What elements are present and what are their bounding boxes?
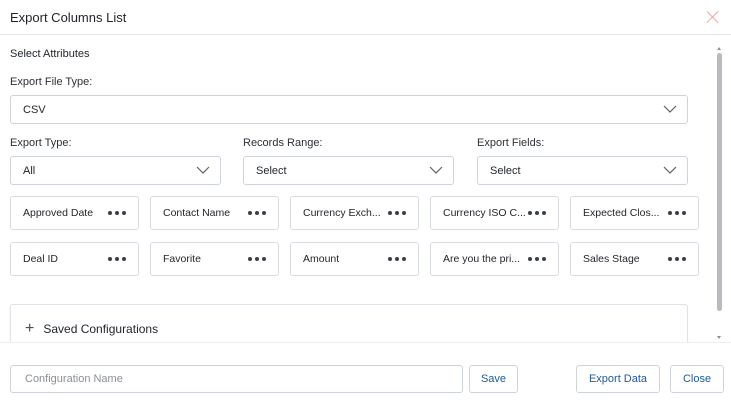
column-chip[interactable]: Are you the pri...	[430, 242, 559, 276]
export-file-type-value: CSV	[23, 103, 46, 116]
more-options-icon[interactable]	[528, 257, 546, 261]
close-icon[interactable]	[706, 10, 720, 24]
export-type-label: Export Type:	[10, 137, 72, 149]
configuration-name-input[interactable]	[10, 365, 463, 393]
save-button[interactable]: Save	[469, 365, 518, 393]
records-range-select[interactable]: Select	[243, 156, 454, 185]
more-options-icon[interactable]	[668, 211, 686, 215]
column-chip-label: Expected Clos...	[583, 207, 660, 219]
export-fields-value: Select	[490, 164, 521, 177]
column-chip-label: Currency Exch...	[303, 207, 381, 219]
dialog-title: Export Columns List	[10, 9, 127, 25]
records-range-label: Records Range:	[243, 137, 323, 149]
chevron-down-icon	[429, 166, 443, 174]
saved-configurations-toggle[interactable]: + Saved Configurations	[10, 304, 688, 342]
column-chip[interactable]: Deal ID	[10, 242, 139, 276]
dialog-header: Export Columns List	[0, 0, 731, 35]
more-options-icon[interactable]	[248, 257, 266, 261]
more-options-icon[interactable]	[388, 257, 406, 261]
column-chip[interactable]: Amount	[290, 242, 419, 276]
column-chip[interactable]: Expected Clos...	[570, 196, 699, 230]
column-chip-label: Contact Name	[163, 207, 231, 219]
vertical-scrollbar[interactable]	[715, 43, 724, 343]
column-chip-label: Are you the pri...	[443, 253, 521, 265]
scrollbar-thumb[interactable]	[717, 53, 722, 311]
column-chip[interactable]: Sales Stage	[570, 242, 699, 276]
scroll-down-arrow-icon[interactable]	[717, 336, 721, 339]
plus-icon: +	[25, 320, 35, 337]
column-chip-label: Sales Stage	[583, 253, 640, 265]
more-options-icon[interactable]	[528, 211, 546, 215]
more-options-icon[interactable]	[668, 257, 686, 261]
column-chip[interactable]: Contact Name	[150, 196, 279, 230]
column-chip-label: Currency ISO C...	[443, 207, 526, 219]
chevron-down-icon	[663, 166, 677, 174]
dialog-footer: Save Export Data Close	[0, 342, 731, 408]
more-options-icon[interactable]	[388, 211, 406, 215]
column-chip-label: Amount	[303, 253, 340, 265]
export-file-type-select[interactable]: CSV	[10, 95, 688, 124]
export-data-button[interactable]: Export Data	[576, 365, 660, 393]
dialog-body: Select Attributes Export File Type: CSV …	[0, 36, 714, 342]
section-title: Select Attributes	[10, 48, 90, 60]
column-chip-label: Favorite	[163, 253, 201, 265]
records-range-value: Select	[256, 164, 287, 177]
export-type-select[interactable]: All	[10, 156, 221, 185]
saved-configurations-label: Saved Configurations	[43, 322, 159, 336]
chevron-down-icon	[196, 166, 210, 174]
chevron-down-icon	[663, 105, 677, 113]
column-chip-label: Approved Date	[23, 207, 94, 219]
close-button[interactable]: Close	[670, 365, 724, 393]
export-fields-label: Export Fields:	[477, 137, 545, 149]
export-columns-dialog: Export Columns List Select Attributes Ex…	[0, 0, 731, 408]
column-chip[interactable]: Currency Exch...	[290, 196, 419, 230]
export-fields-select[interactable]: Select	[477, 156, 688, 185]
column-chip[interactable]: Currency ISO C...	[430, 196, 559, 230]
export-type-value: All	[23, 164, 36, 177]
column-chip[interactable]: Favorite	[150, 242, 279, 276]
scroll-up-arrow-icon[interactable]	[717, 47, 721, 50]
column-chip-label: Deal ID	[23, 253, 59, 265]
export-file-type-label: Export File Type:	[10, 76, 93, 88]
more-options-icon[interactable]	[108, 257, 126, 261]
more-options-icon[interactable]	[108, 211, 126, 215]
column-chip[interactable]: Approved Date	[10, 196, 139, 230]
more-options-icon[interactable]	[248, 211, 266, 215]
